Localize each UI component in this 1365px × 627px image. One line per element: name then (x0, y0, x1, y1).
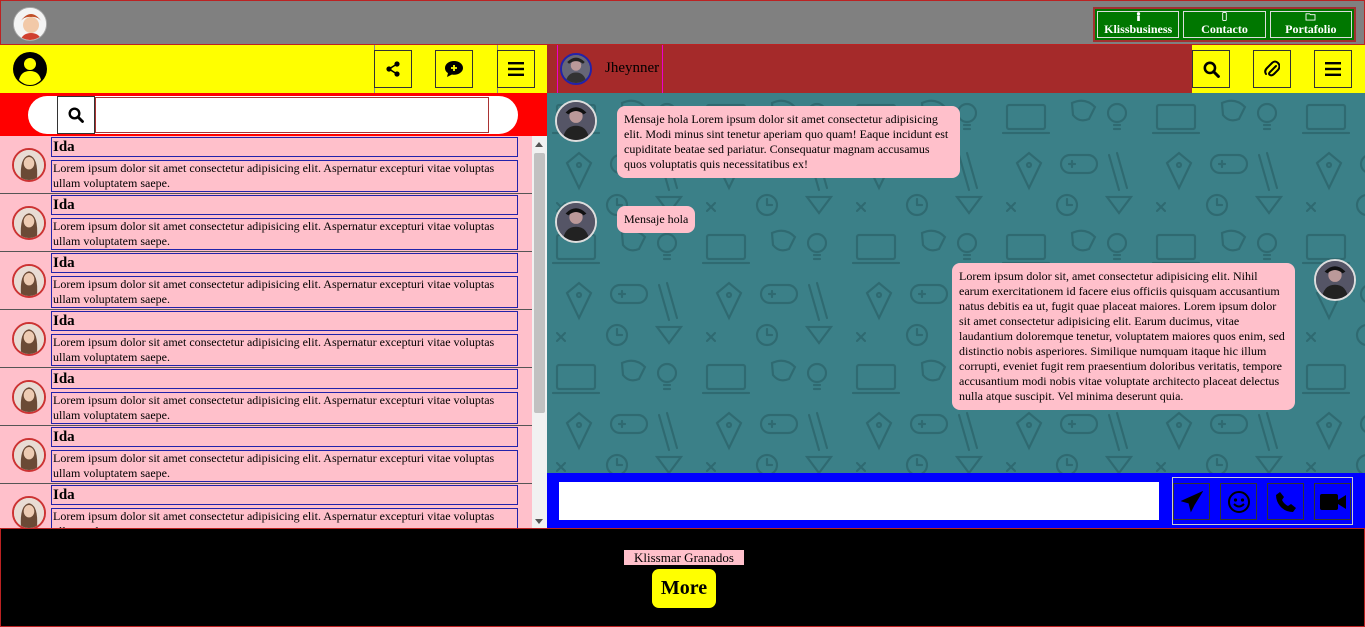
chat-search-button[interactable] (1192, 50, 1230, 88)
contact-name: Jheynner (605, 60, 660, 76)
menu-button[interactable] (497, 50, 535, 88)
chat-preview: Lorem ipsum dolor sit amet consectetur a… (51, 392, 518, 424)
chat-avatar[interactable] (12, 322, 46, 356)
chat-list-item[interactable]: Ida Lorem ipsum dolor sit amet consectetu… (0, 484, 532, 528)
contact-info[interactable]: Jheynner (557, 45, 663, 93)
nav-label: Portafolio (1285, 22, 1337, 36)
paper-plane-icon (1180, 490, 1203, 512)
nav-contacto-button[interactable]: Contacto (1183, 11, 1266, 38)
chat-name: Ida (51, 369, 518, 389)
chat-list: Ida Lorem ipsum dolor sit amet consectetu… (0, 136, 547, 528)
chat-name: Ida (51, 311, 518, 331)
chat-preview: Lorem ipsum dolor sit amet consectetur a… (51, 450, 518, 482)
scrollbar-thumb[interactable] (534, 153, 545, 413)
voice-call-button[interactable] (1267, 483, 1304, 520)
hamburger-icon (508, 62, 524, 76)
search-input[interactable] (95, 97, 489, 133)
chat-list-item[interactable]: Ida Lorem ipsum dolor sit amet consectetu… (0, 426, 532, 484)
share-button[interactable] (374, 50, 412, 88)
chat-avatar[interactable] (12, 148, 46, 182)
new-chat-button[interactable] (435, 50, 473, 88)
chat-header-actions (1192, 45, 1365, 93)
chat-list-items: Ida Lorem ipsum dolor sit amet consectetu… (0, 136, 532, 528)
chat-list-item[interactable]: Ida Lorem ipsum dolor sit amet consectetu… (0, 194, 532, 252)
chat-name: Ida (51, 137, 518, 157)
chat-preview: Lorem ipsum dolor sit amet consectetur a… (51, 218, 518, 250)
chat-name: Ida (51, 253, 518, 273)
chat-menu-button[interactable] (1314, 50, 1352, 88)
chat-list-item[interactable]: Ida Lorem ipsum dolor sit amet consectetu… (0, 310, 532, 368)
chat-list-scrollbar[interactable] (532, 136, 547, 528)
chat-header: Jheynner (547, 45, 1365, 93)
nav-portafolio-button[interactable]: Portafolio (1269, 11, 1352, 38)
chat-list-item[interactable]: Ida Lorem ipsum dolor sit amet consectetu… (0, 368, 532, 426)
video-camera-icon (1319, 493, 1346, 510)
chat-name: Ida (51, 485, 518, 505)
nav-label: Contacto (1201, 22, 1248, 36)
chat-name: Ida (51, 427, 518, 447)
scroll-down-arrow-icon[interactable] (535, 519, 543, 524)
phone-icon (1222, 12, 1227, 21)
smiley-icon (1227, 490, 1250, 513)
message-bubble-sent: Lorem ipsum dolor sit, amet consectetur … (952, 263, 1295, 410)
message-bubble-received: Mensaje hola Lorem ipsum dolor sit amet … (617, 106, 960, 178)
attach-button[interactable] (1253, 50, 1291, 88)
folder-icon (1305, 13, 1316, 21)
scroll-up-arrow-icon[interactable] (535, 142, 543, 147)
chat-preview: Lorem ipsum dolor sit amet consectetur a… (51, 334, 518, 366)
message-avatar[interactable] (555, 201, 597, 243)
message-input[interactable] (559, 482, 1159, 520)
composer-bar (547, 473, 1365, 528)
chat-preview: Lorem ipsum dolor sit amet consectetur a… (51, 276, 518, 308)
user-profile-icon[interactable] (12, 51, 48, 87)
chat-avatar[interactable] (12, 206, 46, 240)
chat-list-item[interactable]: Ida Lorem ipsum dolor sit amet consectetu… (0, 252, 532, 310)
send-button[interactable] (1173, 483, 1210, 520)
author-name: Klissmar Granados (624, 550, 744, 565)
search-button[interactable] (57, 96, 95, 134)
person-icon (1136, 12, 1140, 21)
message-avatar[interactable] (555, 100, 597, 142)
hamburger-icon (1325, 62, 1341, 76)
chat-name: Ida (51, 195, 518, 215)
footer: Klissmar Granados More (0, 528, 1365, 627)
left-header (0, 45, 547, 93)
message-bubble-received: Mensaje hola (617, 206, 696, 233)
more-button[interactable]: More (652, 569, 716, 608)
top-nav: Klissbusiness Contacto Portafolio (1093, 7, 1356, 42)
chat-messages: Mensaje hola Lorem ipsum dolor sit amet … (547, 93, 1365, 473)
chat-preview: Lorem ipsum dolor sit amet consectetur a… (51, 508, 518, 528)
chat-avatar[interactable] (12, 496, 46, 528)
search-bar (0, 93, 547, 136)
nav-klissbusiness-button[interactable]: Klissbusiness (1097, 11, 1180, 38)
emoji-button[interactable] (1220, 483, 1257, 520)
share-icon (386, 61, 400, 77)
chat-avatar[interactable] (12, 438, 46, 472)
phone-icon (1275, 491, 1296, 512)
paperclip-icon (1264, 60, 1280, 77)
message-avatar[interactable] (1314, 259, 1356, 301)
chat-preview: Lorem ipsum dolor sit amet consectetur a… (51, 160, 518, 192)
top-bar: Klissbusiness Contacto Portafolio (0, 0, 1365, 45)
comment-plus-icon (445, 61, 463, 77)
chat-avatar[interactable] (12, 380, 46, 414)
nav-label: Klissbusiness (1104, 22, 1173, 36)
contact-avatar[interactable] (560, 53, 592, 85)
chat-avatar[interactable] (12, 264, 46, 298)
search-pill (28, 96, 518, 134)
video-call-button[interactable] (1314, 483, 1351, 520)
search-icon (1203, 61, 1220, 78)
composer-actions (1172, 477, 1353, 525)
site-avatar[interactable] (13, 7, 47, 41)
search-icon (68, 107, 84, 123)
chat-list-item[interactable]: Ida Lorem ipsum dolor sit amet consectetu… (0, 136, 532, 194)
